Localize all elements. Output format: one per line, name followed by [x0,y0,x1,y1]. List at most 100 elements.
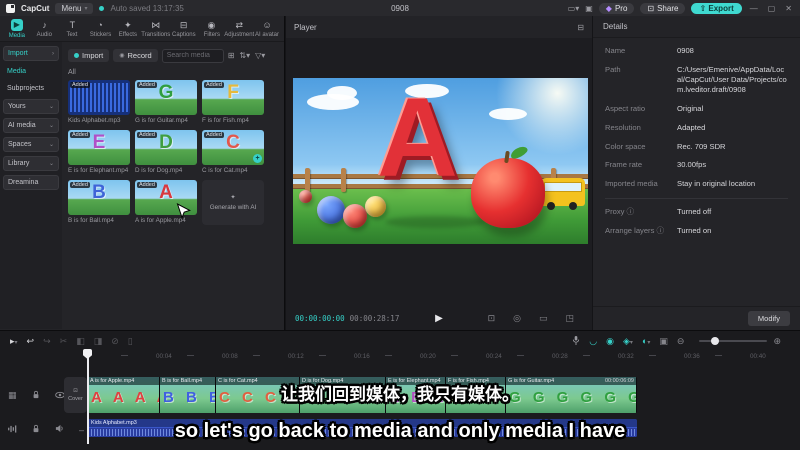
ruler-tick [187,355,194,356]
detail-row: Frame rate 30.00fps [605,160,788,170]
tab-stickers[interactable]: ◔ Stickers [86,20,114,38]
detail-label: Arrange layers ⓘ [605,225,665,235]
sidebar-item-media[interactable]: Media [3,65,59,78]
sort-icon[interactable]: ⇅▾ [239,51,250,60]
quality-icon[interactable]: ⊡ [488,313,496,324]
detail-value: Stay in original location [677,179,756,188]
grid-view-icon[interactable]: ⊞ [228,51,235,60]
titlebar-right: ▭▾ ▣ ◆ Pro ⊡ Share ⇧ Export — ▢ ✕ [568,2,794,14]
split-icon[interactable]: ✂ [60,336,68,347]
tab-ai-avatar[interactable]: ☺ AI avatar [253,20,281,38]
tab-effects[interactable]: ✦ Effects [114,20,142,38]
video-thumbnail[interactable]: Added G [135,80,197,115]
video-thumbnail[interactable]: Added B [68,180,130,215]
ruler-tick [385,355,392,356]
zoom-slider[interactable] [699,337,768,345]
sidebar-item-yours[interactable]: Yours ⌄ [3,99,59,114]
video-thumbnail[interactable]: Added E [68,130,130,165]
tab-adjustment[interactable]: ⇄ Adjustment [224,20,254,38]
media-item[interactable]: Added B B is for Ball.mp4 [68,180,130,225]
layout-toggle-icon[interactable]: ▭▾ [568,4,580,13]
ratio-icon[interactable]: ▭ [539,313,548,324]
detail-value: 30.00fps [677,160,707,170]
video-thumbnail[interactable]: Added F [202,80,264,115]
record-button[interactable]: ◉ Record [113,49,158,62]
delete-right-icon[interactable]: ◨ [94,336,103,347]
detail-row: Proxy ⓘ Turned off [605,207,788,217]
snapshot-icon[interactable]: ◎ [513,313,521,324]
tab-audio[interactable]: ♪ Audio [31,20,59,38]
select-tool-icon[interactable]: ▸▾ [10,336,18,347]
zoom-knob[interactable] [711,337,720,345]
ruler-label: 00:36 [684,353,700,360]
sidebar-item-library[interactable]: Library ⌄ [3,156,59,171]
minimize-button[interactable]: — [748,4,760,13]
ai-avatar-icon: ☺ [262,19,272,30]
tab-media[interactable]: ▶ Media [3,18,31,39]
scene-letter: A [377,78,458,200]
timeline-ruler[interactable]: 00:04 00:08 00:12 00:16 00:20 00:24 00:28 00:32… [0,351,800,364]
fullscreen-icon[interactable]: ◳ [565,313,574,324]
pro-button[interactable]: ◆ Pro [598,2,635,14]
video-thumbnail[interactable]: Added D [135,130,197,165]
preview-axis-icon[interactable]: ◈▾ [623,336,633,347]
media-item[interactable]: Added E E is for Elephant.mp4 [68,130,130,174]
cover-frame-icon[interactable]: ▣ [659,336,668,347]
menu-button[interactable]: Menu ▾ [55,2,94,14]
media-item[interactable]: Added F F is for Fish.mp4 [202,80,264,124]
search-input[interactable] [161,48,224,63]
media-item[interactable]: Added Kids Alphabet.mp3 [68,80,130,124]
added-badge: Added [70,132,90,138]
sidebar-item-spaces[interactable]: Spaces ⌄ [3,137,59,152]
audio-toggle-icon[interactable]: ◐▾ [642,336,650,346]
sidebar-item-ai-media[interactable]: AI media ⌄ [3,118,59,133]
panel-layout-icon[interactable]: ▣ [585,4,593,13]
link-preview-icon[interactable]: ◉ [606,336,614,347]
autosave-text: Auto saved 13:17:35 [110,3,184,13]
media-item[interactable]: Added G G is for Guitar.mp4 [135,80,197,124]
redo-icon[interactable]: ↪ [43,336,51,347]
video-canvas[interactable]: A [293,78,588,244]
tab-text[interactable]: T Text [59,20,87,38]
record-voiceover-icon[interactable] [572,335,580,348]
zoom-in-icon[interactable]: ⊕ [773,336,781,347]
tab-transitions[interactable]: ⋈ Transitions [141,20,170,38]
maximize-button[interactable]: ▢ [766,4,778,13]
add-to-timeline-button[interactable]: + [253,154,262,163]
audio-thumbnail[interactable]: Added [68,80,130,115]
sidebar-item-label: Dreamina [8,179,39,186]
undo-icon[interactable]: ↩ [27,336,35,347]
video-thumbnail[interactable]: Added C + [202,130,264,165]
media-sidebar: Import › Media Subprojects Yours ⌄ AI media ⌄ Sp… [0,42,62,329]
play-button[interactable]: ▶ [435,313,443,324]
titlebar-left: CapCut Menu ▾ Auto saved 13:17:35 [6,2,184,14]
player-collapse-icon[interactable]: ⊟ [577,23,584,32]
tab-captions[interactable]: ⊟ Captions [170,20,198,38]
tab-label: AI avatar [255,30,280,38]
detail-row: Path C:/Users/Emenive/AppData/Local/CapCu… [605,65,788,96]
added-badge: Added [204,132,224,138]
snap-icon[interactable]: ◡ [589,336,597,347]
detail-label: Resolution [605,122,641,132]
sidebar-item-subprojects[interactable]: Subprojects [3,82,59,95]
share-button[interactable]: ⊡ Share [640,2,686,14]
delete-icon[interactable]: ⊘ [111,336,119,347]
chevron-down-icon: ▾ [14,339,18,346]
tab-filters[interactable]: ◉ Filters [198,20,226,38]
freeze-icon[interactable]: ▯ [128,336,133,347]
modify-button[interactable]: Modify [747,311,790,326]
chevron-icon: ⌄ [48,142,54,148]
filter-icon[interactable]: ▽▾ [255,51,265,60]
generate-with-ai-button[interactable]: ✦ Generate with AI [202,180,264,225]
media-item[interactable]: Added D D is for Dog.mp4 [135,130,197,174]
sidebar-item-dreamina[interactable]: Dreamina [3,175,59,190]
close-button[interactable]: ✕ [783,4,794,13]
zoom-out-icon[interactable]: ⊖ [677,336,685,347]
import-button[interactable]: Import [68,49,110,62]
detail-value: Rec. 709 SDR [677,141,726,151]
export-button[interactable]: ⇧ Export [691,2,742,14]
import-label: Import [82,51,104,60]
media-item[interactable]: Added C + C is for Cat.mp4 [202,130,264,174]
sidebar-item-import[interactable]: Import › [3,46,59,61]
delete-left-icon[interactable]: ◧ [76,336,85,347]
